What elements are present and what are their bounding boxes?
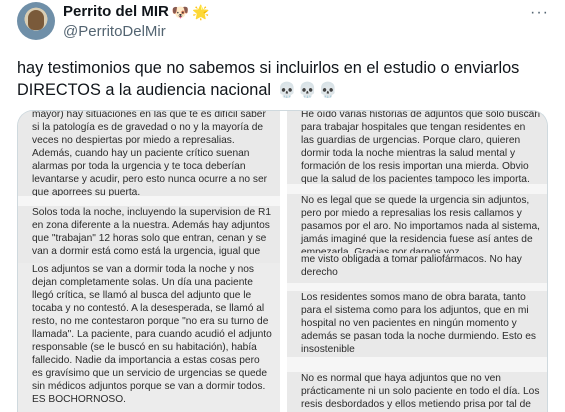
testimony-card: me visto obligada a tomar paliofármacos.… <box>287 253 547 283</box>
star-emoji: 🌟 <box>192 3 210 20</box>
dog-emoji: 🐶 <box>171 3 190 20</box>
tweet-body: hay testimonios que no sabemos si inclui… <box>17 59 520 99</box>
testimony-card: No es normal que haya adjuntos que no ve… <box>287 372 547 412</box>
testimony-card: Los adjuntos se van a dormir toda la noc… <box>18 263 280 412</box>
media-right-column: He oído varias historias de adjuntos que… <box>287 111 547 412</box>
column-divider <box>280 111 287 412</box>
testimony-text: He oído varias historias de adjuntos que… <box>301 111 540 185</box>
author-name[interactable]: Perrito del MIR 🐶 🌟 <box>63 3 210 20</box>
tweet-media-image[interactable]: mayor) hay situaciones en las que te es … <box>17 110 548 412</box>
testimony-card: Los residentes somos mano de obra barata… <box>287 291 547 357</box>
testimony-text: Los residentes somos mano de obra barata… <box>301 292 537 355</box>
dog-avatar-image <box>28 10 44 30</box>
testimony-card: mayor) hay situaciones en las que te es … <box>18 111 280 198</box>
skull-emoji: 💀 <box>298 82 317 99</box>
avatar[interactable] <box>17 2 55 40</box>
author-handle[interactable]: @PerritoDelMir <box>63 23 166 40</box>
testimony-card: He oído varias historias de adjuntos que… <box>287 111 547 185</box>
testimony-text: me visto obligada a tomar paliofármacos.… <box>301 254 522 278</box>
author-name-text: Perrito del MIR <box>63 3 169 20</box>
card-gap <box>18 196 280 206</box>
tweet-text: hay testimonios que no sabemos si inclui… <box>17 57 557 102</box>
skull-emoji: 💀 <box>277 82 297 99</box>
testimony-text: No es normal que haya adjuntos que no ve… <box>301 373 540 410</box>
testimony-card: Solos toda la noche, incluyendo la super… <box>18 206 280 263</box>
card-gap <box>287 184 547 194</box>
testimony-card: No es legal que se quede la urgencia sin… <box>287 194 547 258</box>
more-options-icon[interactable]: ··· <box>530 4 549 22</box>
card-gap <box>287 283 547 291</box>
testimony-text: No es legal que se quede la urgencia sin… <box>301 195 540 258</box>
skull-emoji: 💀 <box>318 82 338 99</box>
testimony-text: Los adjuntos se van a dormir toda la noc… <box>32 264 272 405</box>
testimony-text: mayor) hay situaciones en las que te es … <box>32 111 268 198</box>
testimony-text: Solos toda la noche, incluyendo la super… <box>32 207 271 257</box>
card-gap <box>287 357 547 372</box>
media-left-column: mayor) hay situaciones en las que te es … <box>18 111 280 412</box>
